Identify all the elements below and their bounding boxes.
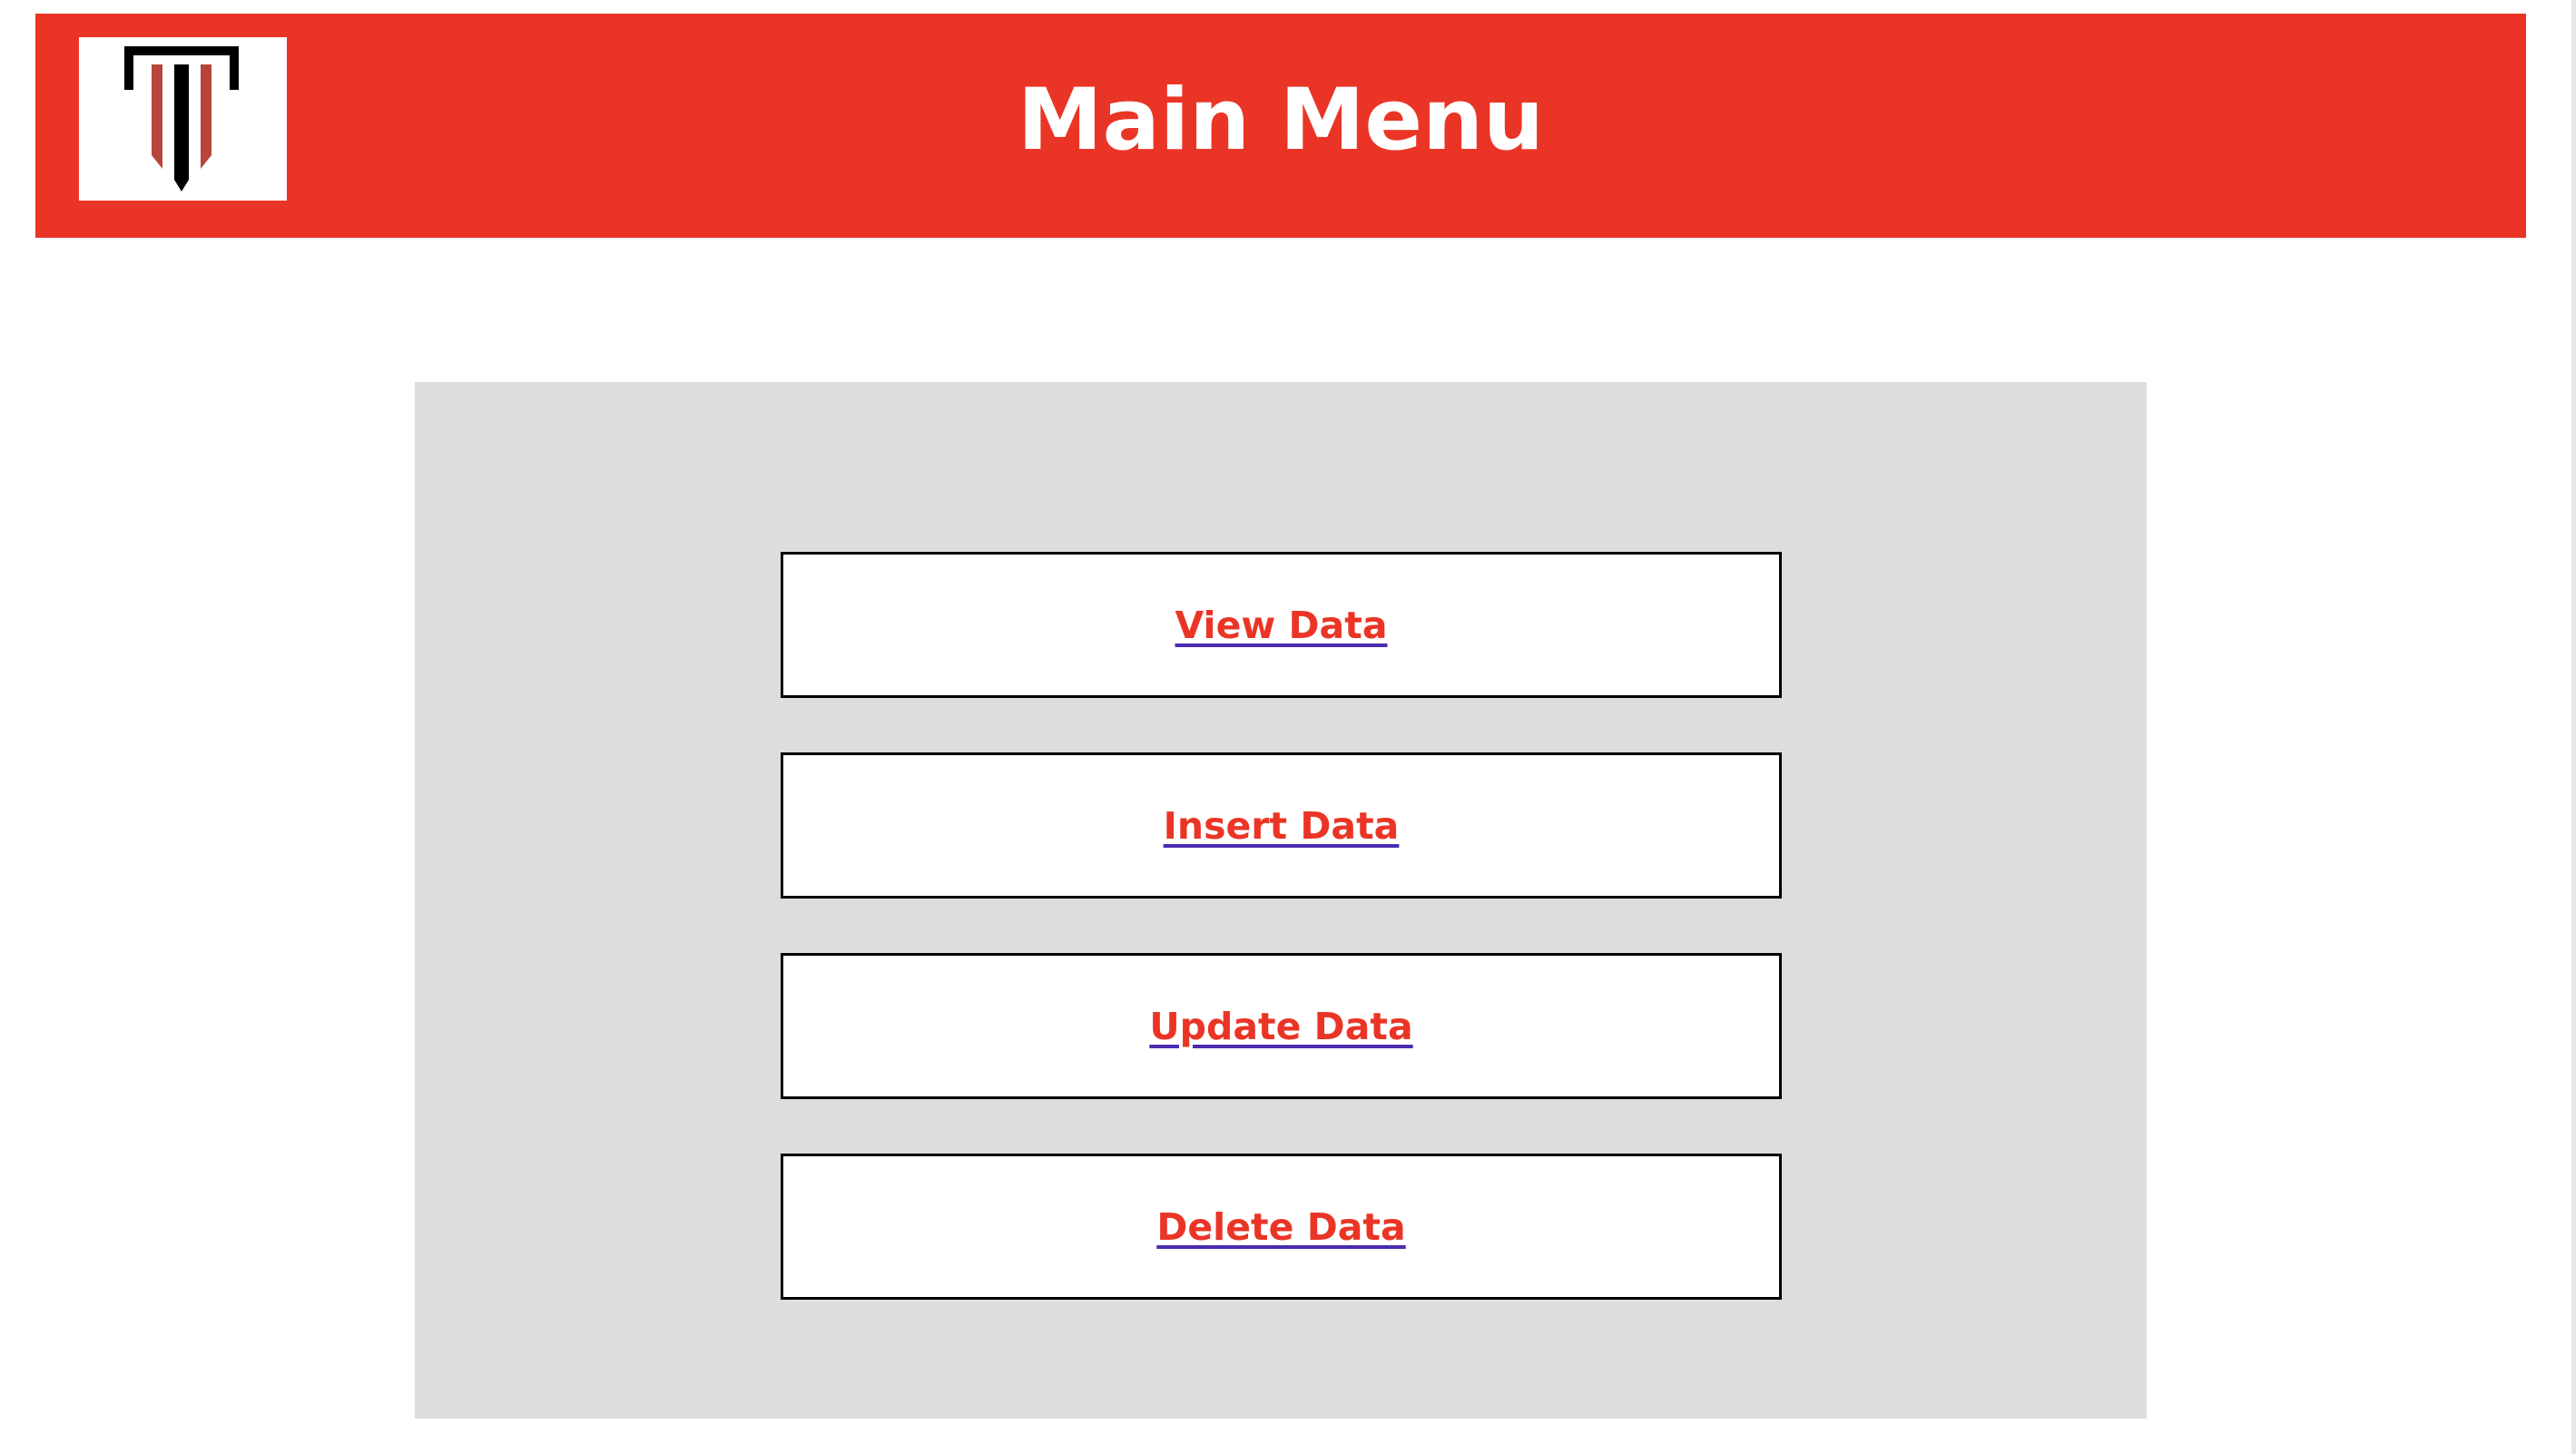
update-data-button[interactable]: Update Data bbox=[781, 953, 1782, 1099]
delete-data-button[interactable]: Delete Data bbox=[781, 1154, 1782, 1300]
menu-list: View Data Insert Data Update Data Delete… bbox=[781, 552, 1782, 1354]
main-menu-page: Main Menu View Data Insert Data Update D… bbox=[0, 0, 2576, 1454]
menu-panel: View Data Insert Data Update Data Delete… bbox=[415, 382, 2147, 1419]
update-data-link[interactable]: Update Data bbox=[1149, 1005, 1412, 1048]
view-data-link[interactable]: View Data bbox=[1175, 604, 1388, 647]
view-data-button[interactable]: View Data bbox=[781, 552, 1782, 698]
header-bar: Main Menu bbox=[35, 14, 2526, 238]
delete-data-link[interactable]: Delete Data bbox=[1156, 1205, 1405, 1249]
insert-data-link[interactable]: Insert Data bbox=[1164, 804, 1400, 848]
page-title: Main Menu bbox=[1018, 71, 1544, 170]
window-edge bbox=[2571, 0, 2576, 1454]
insert-data-button[interactable]: Insert Data bbox=[781, 752, 1782, 899]
